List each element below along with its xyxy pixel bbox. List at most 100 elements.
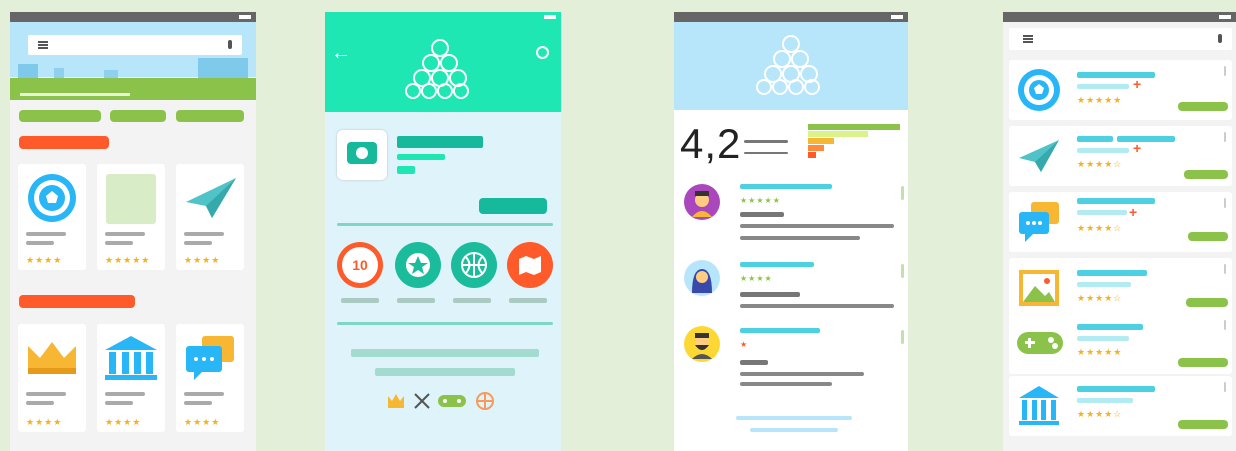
battery-icon: [891, 15, 903, 19]
rating-stars: ★★★★: [184, 417, 221, 427]
app-card[interactable]: ★★★★: [176, 324, 244, 432]
install-button[interactable]: [1188, 232, 1228, 241]
section-header-1: [19, 136, 109, 149]
green-bar: [10, 78, 256, 100]
category-tab-3[interactable]: [176, 110, 244, 122]
divider: [337, 223, 553, 226]
category-tab-2[interactable]: [110, 110, 166, 122]
screen-ratings: 4,2 ★★★★★ ★★★★ ★: [674, 12, 908, 451]
app-card[interactable]: ★★★★: [18, 324, 86, 432]
app-card[interactable]: ★★★★: [97, 324, 165, 432]
battery-icon: [239, 15, 251, 19]
app-card[interactable]: ★★★★: [18, 164, 86, 270]
plus-icon: +: [1133, 76, 1142, 92]
plus-icon: +: [1129, 204, 1138, 220]
ratings-header: [674, 22, 908, 110]
soccer-ball-icon: [1018, 69, 1060, 111]
paper-plane-icon: [182, 172, 238, 224]
gamepad-icon: [438, 395, 466, 407]
search-icon[interactable]: [536, 46, 549, 59]
status-bar: [674, 12, 908, 22]
list-item[interactable]: ★★★★★: [1009, 314, 1232, 374]
menu-icon[interactable]: [38, 41, 48, 49]
rating-stars: ★★★★: [184, 255, 221, 265]
basketball-badge-icon: [451, 242, 497, 288]
review-item[interactable]: ★: [674, 324, 908, 388]
list-item[interactable]: + ★★★★★: [1009, 60, 1232, 120]
rating-stars: ★: [740, 340, 749, 349]
crossed-swords-icon: [414, 393, 430, 409]
mic-icon[interactable]: [228, 40, 232, 49]
logo-pyramid-icon: [405, 36, 475, 100]
install-button[interactable]: [1178, 358, 1228, 367]
list-item[interactable]: ★★★★☆: [1009, 376, 1232, 436]
bank-icon: [1019, 386, 1059, 425]
logo-pyramid-icon: [756, 32, 826, 96]
chat-bubbles-icon: [182, 332, 238, 382]
back-arrow-icon[interactable]: ←: [331, 42, 351, 65]
rating-stars: ★★★★★: [1077, 95, 1123, 105]
avatar-woman-icon: [684, 260, 720, 296]
detail-header: ←: [325, 22, 561, 112]
rating-stars: ★★★★★: [105, 255, 151, 265]
app-title-line: [397, 136, 483, 148]
screen-app-list: + ★★★★★ + ★★★★☆ + ★★★★☆ ★★★★☆ ★★★★★ ★★★★…: [1003, 12, 1236, 451]
list-item[interactable]: + ★★★★☆: [1009, 192, 1232, 252]
section-header-2: [19, 295, 135, 308]
gamepad-icon: [1017, 332, 1063, 354]
rating-stars: ★★★★☆: [1077, 409, 1123, 419]
avatar-bearded-man-icon: [684, 326, 720, 362]
list-item[interactable]: ★★★★☆: [1009, 258, 1232, 318]
rating-score: 4,2: [680, 120, 742, 167]
divider: [337, 322, 553, 325]
menu-icon[interactable]: [1023, 35, 1033, 43]
screen-app-detail: ← 10: [325, 12, 561, 451]
review-item[interactable]: ★★★★★: [674, 180, 908, 250]
photo-frame-icon: [1019, 270, 1059, 306]
basketball-icon: [476, 392, 494, 410]
crown-icon: [388, 394, 404, 408]
bank-icon: [103, 332, 159, 382]
map-badge-icon: [507, 242, 553, 288]
footer-icons: [387, 390, 507, 412]
rating-stars: ★★★★: [26, 417, 63, 427]
rating-stars: ★★★★: [740, 274, 773, 283]
install-button[interactable]: [1186, 298, 1228, 307]
battery-icon: [544, 15, 556, 19]
rating-histogram: [808, 124, 900, 158]
badge-text: 10: [342, 247, 378, 283]
rating-stars: ★★★★☆: [1077, 159, 1123, 169]
install-button[interactable]: [1178, 102, 1228, 111]
status-bar: [1003, 12, 1236, 22]
search-bar[interactable]: [1009, 28, 1232, 50]
rating-stars: ★★★★: [26, 255, 63, 265]
rating-stars: ★★★★★: [1077, 347, 1123, 357]
mic-icon[interactable]: [1218, 34, 1222, 43]
review-item[interactable]: ★★★★: [674, 258, 908, 318]
paper-plane-icon: [1019, 140, 1059, 172]
rating-stars: ★★★★☆: [1077, 293, 1123, 303]
rating-stars: ★★★★☆: [1077, 223, 1123, 233]
status-bar: [10, 12, 256, 22]
city-skyline: [14, 56, 252, 78]
install-button[interactable]: [1184, 170, 1228, 179]
avatar-man-icon: [684, 184, 720, 220]
soccer-ball-icon: [26, 172, 78, 224]
star-badge-icon: [395, 242, 441, 288]
app-card[interactable]: ★★★★: [176, 164, 244, 270]
status-bar: [325, 12, 561, 22]
chat-bubbles-icon: [1019, 202, 1059, 242]
install-button[interactable]: [1178, 420, 1228, 429]
battery-icon: [1219, 15, 1231, 19]
category-tab-1[interactable]: [19, 110, 101, 122]
crown-icon: [24, 336, 80, 380]
install-button[interactable]: [479, 198, 547, 214]
search-bar[interactable]: [28, 35, 242, 55]
list-item[interactable]: + ★★★★☆: [1009, 126, 1232, 186]
plus-icon: +: [1133, 140, 1142, 156]
image-placeholder: [106, 174, 156, 224]
app-icon: [337, 130, 387, 180]
rating-stars: ★★★★★: [740, 196, 781, 205]
screen-app-store-home: ★★★★ ★★★★★ ★★★★ ★★★★ ★★★★ ★★★★: [10, 12, 256, 451]
app-card[interactable]: ★★★★★: [97, 164, 165, 270]
